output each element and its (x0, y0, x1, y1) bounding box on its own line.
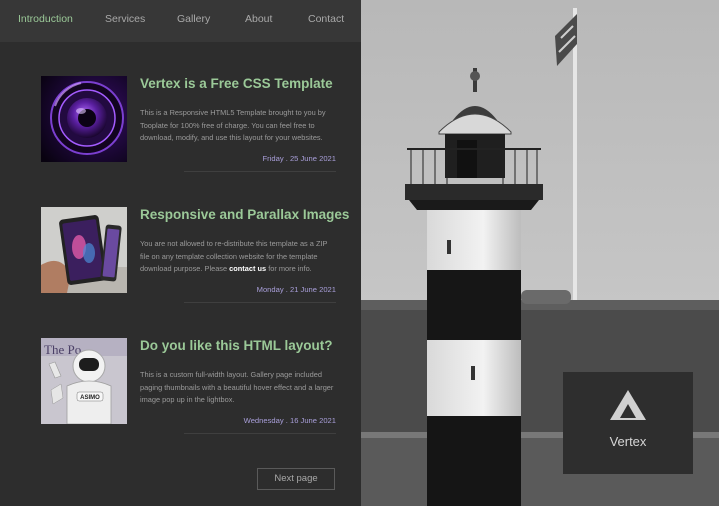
nav-item-introduction[interactable]: Introduction (18, 13, 73, 25)
contact-us-link[interactable]: contact us (229, 264, 266, 273)
post-date: Wednesday . 16 June 2021 (243, 416, 336, 425)
post-divider (184, 433, 336, 434)
robot-photo-badge-text: ASIMO (80, 395, 100, 401)
post-title[interactable]: Vertex is a Free CSS Template (140, 76, 333, 91)
post-item: Responsive and Parallax Images You are n… (41, 207, 349, 307)
nav-item-about[interactable]: About (245, 13, 272, 25)
post-divider (184, 302, 336, 303)
next-page-button[interactable]: Next page (257, 468, 335, 490)
post-title[interactable]: Do you like this HTML layout? (140, 338, 333, 353)
post-item: The Po ASIMO Do you like this HTML layou… (41, 338, 336, 438)
brand-name: Vertex (609, 434, 647, 449)
post-divider (184, 171, 336, 172)
post-thumbnail-robot[interactable]: The Po ASIMO (41, 338, 127, 424)
brand-badge[interactable]: Vertex (563, 372, 693, 474)
post-thumbnail-camera-lens[interactable] (41, 76, 127, 162)
mountain-triangle-icon (610, 390, 646, 420)
content-column: Introduction Services Gallery About Cont… (0, 0, 361, 506)
post-thumbnail-foldable-phone[interactable] (41, 207, 127, 293)
nav-item-contact[interactable]: Contact (308, 13, 344, 25)
top-nav: Introduction Services Gallery About Cont… (0, 0, 361, 42)
post-excerpt: You are not allowed to re-distribute thi… (140, 238, 337, 276)
post-excerpt-text: for more info. (266, 264, 312, 274)
nav-item-gallery[interactable]: Gallery (177, 13, 210, 25)
robot-photo-sign-text: The Po (44, 342, 81, 357)
post-title[interactable]: Responsive and Parallax Images (140, 207, 349, 222)
post-item: Vertex is a Free CSS Template This is a … (41, 76, 336, 176)
post-date: Friday . 25 June 2021 (262, 154, 336, 163)
post-excerpt: This is a Responsive HTML5 Template brou… (140, 108, 326, 143)
nav-item-services[interactable]: Services (105, 13, 145, 25)
post-date: Monday . 21 June 2021 (256, 285, 336, 294)
post-excerpt: This is a custom full-width layout. Gall… (140, 370, 334, 405)
